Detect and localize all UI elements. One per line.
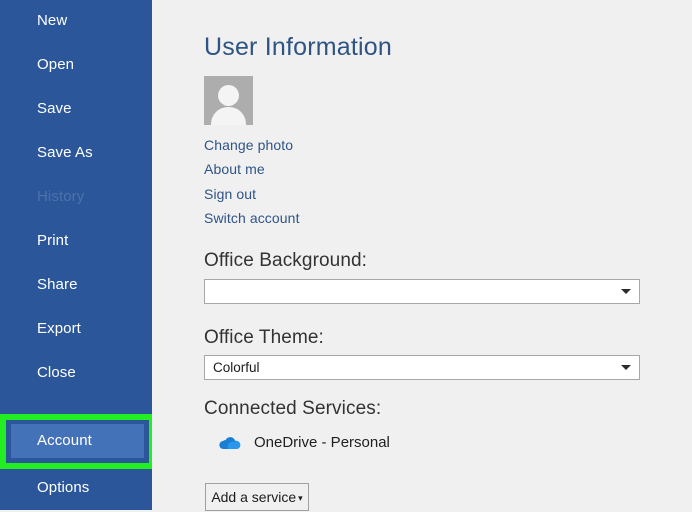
sidebar-item-print[interactable]: Print — [0, 224, 152, 258]
onedrive-cloud-icon — [219, 437, 241, 449]
avatar-head-shape — [218, 85, 239, 106]
sidebar-item-export[interactable]: Export — [0, 312, 152, 346]
office-theme-dropdown[interactable]: Colorful — [204, 355, 640, 380]
link-change-photo[interactable]: Change photo — [204, 137, 293, 153]
sidebar-item-history: History — [37, 188, 85, 205]
add-a-service-label: Add a service — [211, 489, 297, 505]
sidebar-item-close[interactable]: Close — [0, 356, 152, 390]
office-background-label: Office Background: — [204, 250, 368, 271]
link-switch-account[interactable]: Switch account — [204, 210, 300, 226]
backstage-sidebar: New Open Save Save As History Print Shar… — [0, 0, 152, 510]
office-theme-value: Colorful — [213, 360, 260, 375]
sidebar-item-open[interactable]: Open — [0, 48, 152, 82]
sidebar-item-save-as[interactable]: Save As — [0, 136, 152, 170]
chevron-down-icon[interactable] — [621, 289, 631, 294]
connected-services-label: Connected Services: — [204, 398, 382, 419]
avatar-body-shape — [211, 107, 246, 125]
link-about-me[interactable]: About me — [204, 161, 265, 177]
sidebar-item-save[interactable]: Save — [0, 92, 152, 126]
office-backstage-account-screen: New Open Save Save As History Print Shar… — [0, 0, 692, 511]
office-background-dropdown[interactable] — [204, 279, 640, 304]
page-title: User Information — [204, 33, 392, 61]
sidebar-item-share[interactable]: Share — [0, 268, 152, 302]
sidebar-item-options[interactable]: Options — [0, 471, 152, 505]
sidebar-item-new[interactable]: New — [0, 4, 152, 38]
chevron-down-icon[interactable] — [621, 365, 631, 370]
link-sign-out[interactable]: Sign out — [204, 186, 256, 202]
sidebar-item-account[interactable]: Account — [11, 424, 144, 458]
connected-service-label: OneDrive - Personal — [254, 434, 390, 451]
office-theme-label: Office Theme: — [204, 327, 324, 348]
person-avatar-icon[interactable] — [204, 76, 253, 125]
account-pane: User Information Change photo About me S… — [152, 0, 692, 511]
caret-down-icon: ▾ — [298, 492, 303, 503]
add-a-service-button[interactable]: Add a service ▾ — [205, 483, 309, 511]
